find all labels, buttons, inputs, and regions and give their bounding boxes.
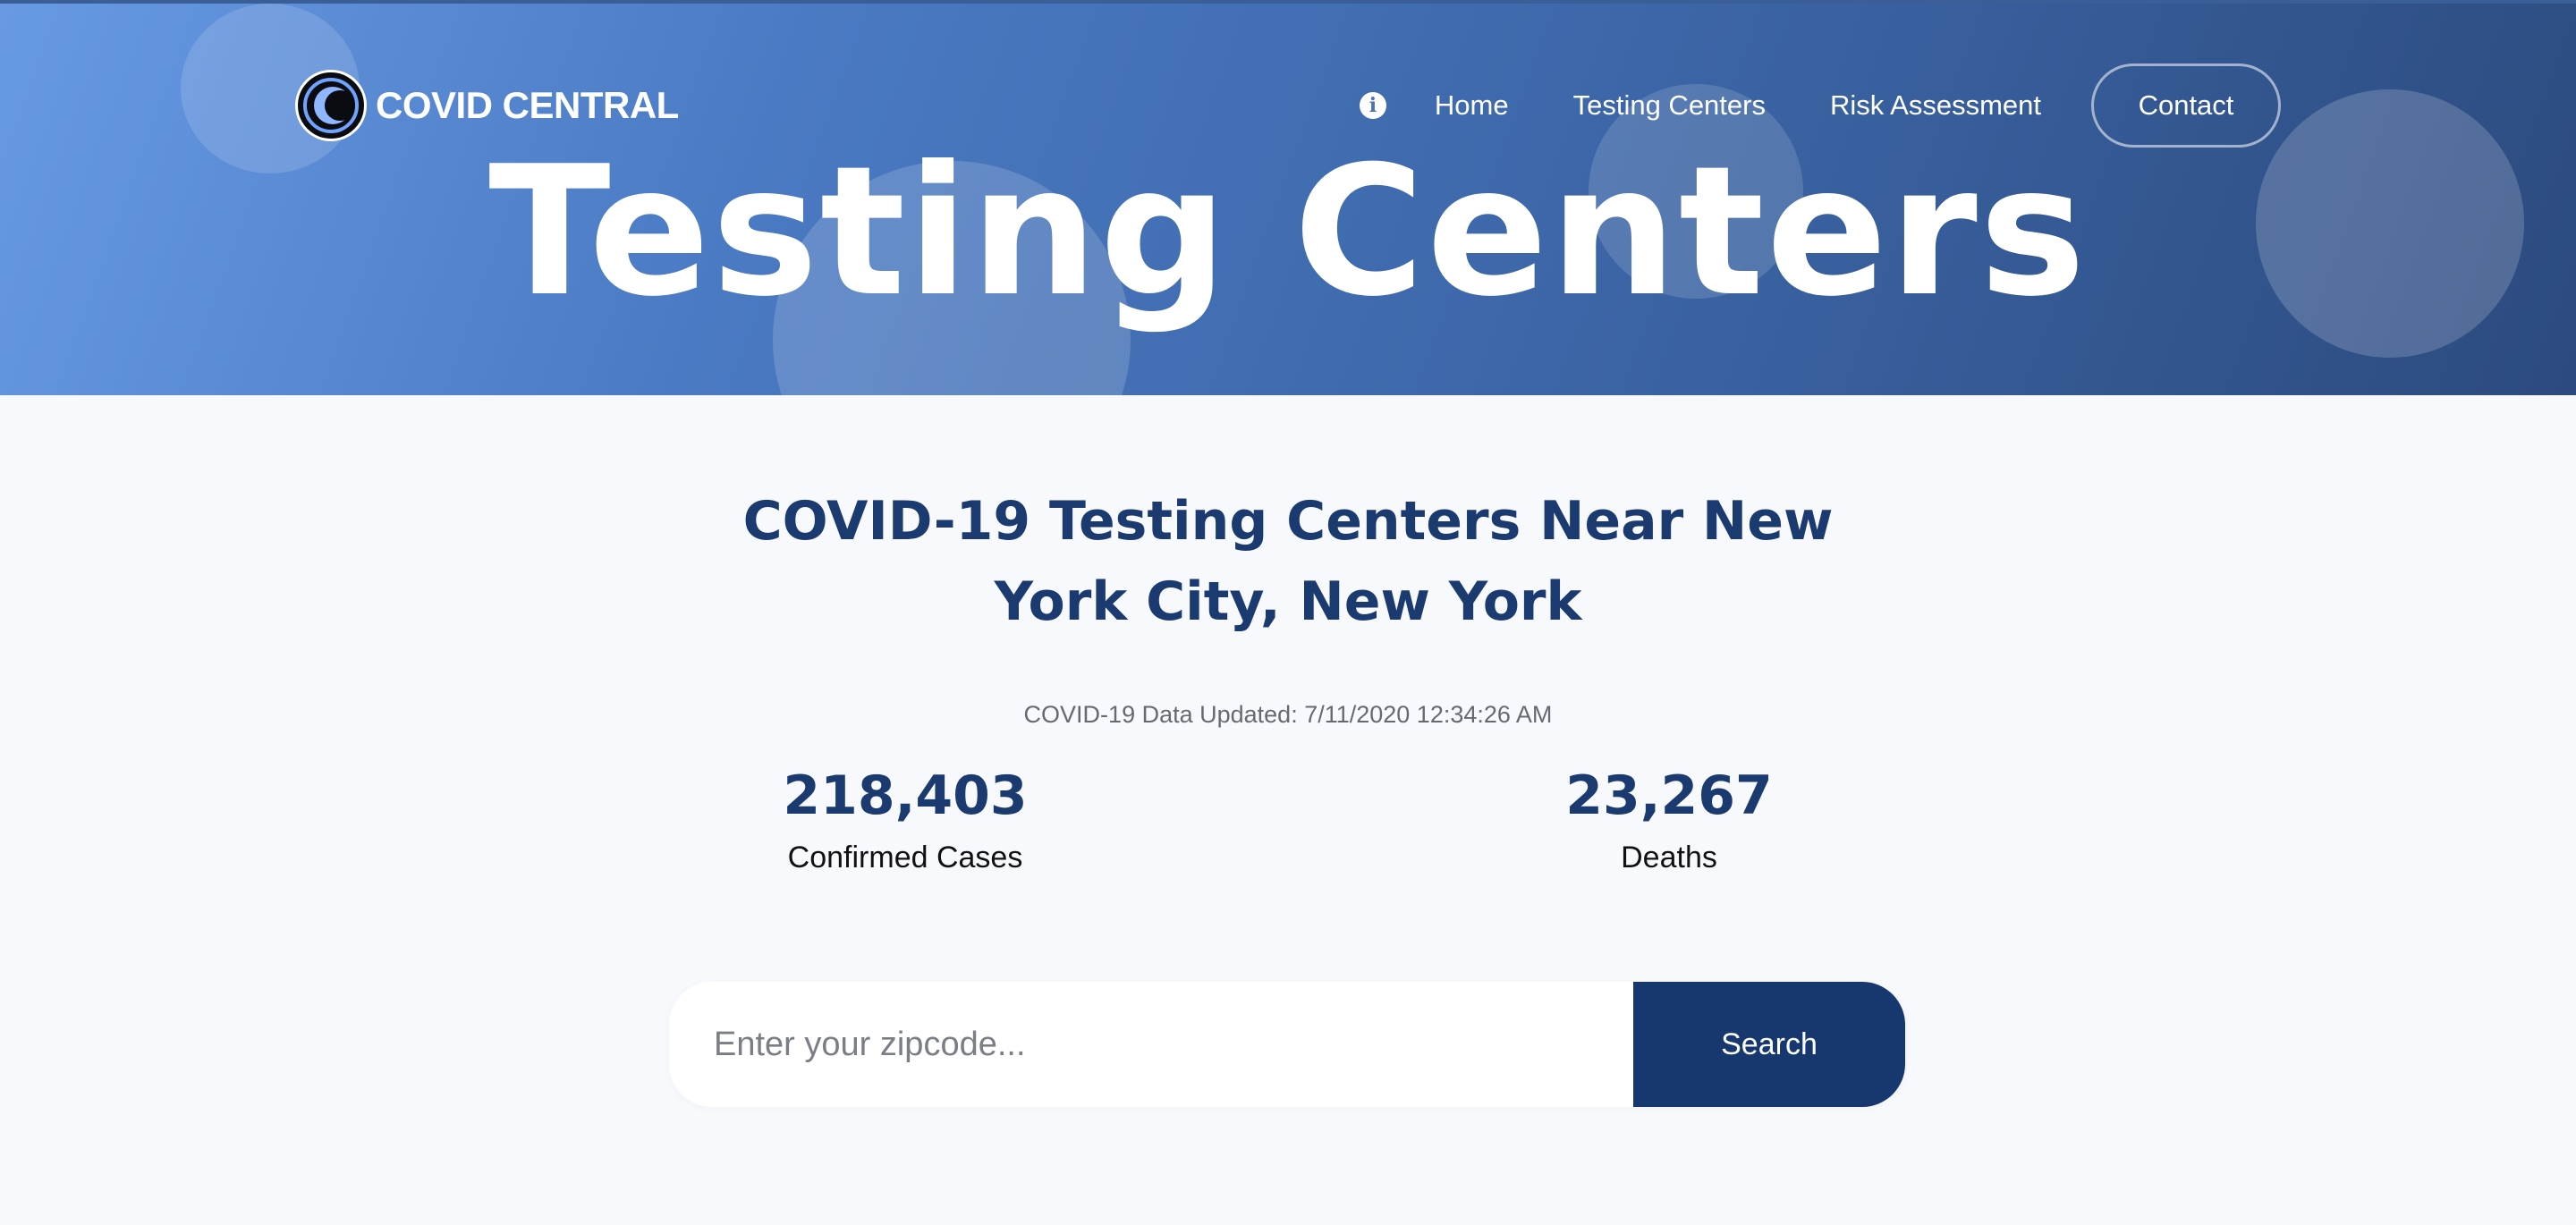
hero-banner: COVID CENTRAL i Home Testing Centers Ris… [0, 4, 2576, 395]
confirmed-cases-stat: 218,403 Confirmed Cases [637, 760, 1174, 875]
search-button[interactable]: Search [1633, 982, 1905, 1107]
confirmed-cases-value: 218,403 [783, 765, 1028, 827]
info-circle-icon[interactable]: i [1359, 92, 1386, 119]
brand-name: COVID CENTRAL [376, 84, 679, 126]
section-heading: COVID-19 Testing Centers Near New York C… [742, 490, 1834, 633]
data-updated-timestamp: COVID-19 Data Updated: 7/11/2020 12:34:2… [1023, 701, 1553, 728]
deaths-stat: 23,267 Deaths [1401, 760, 1937, 875]
deaths-value: 23,267 [1565, 765, 1773, 827]
nav-home[interactable]: Home [1435, 89, 1509, 122]
nav-testing-centers[interactable]: Testing Centers [1573, 89, 1766, 122]
zipcode-input[interactable] [669, 982, 1633, 1107]
nav-risk-assessment[interactable]: Risk Assessment [1830, 89, 2041, 122]
page-title: Testing Centers [488, 128, 2088, 336]
confirmed-cases-label: Confirmed Cases [787, 841, 1023, 874]
zipcode-search-form: Search [669, 982, 1905, 1107]
deaths-label: Deaths [1621, 841, 1717, 874]
